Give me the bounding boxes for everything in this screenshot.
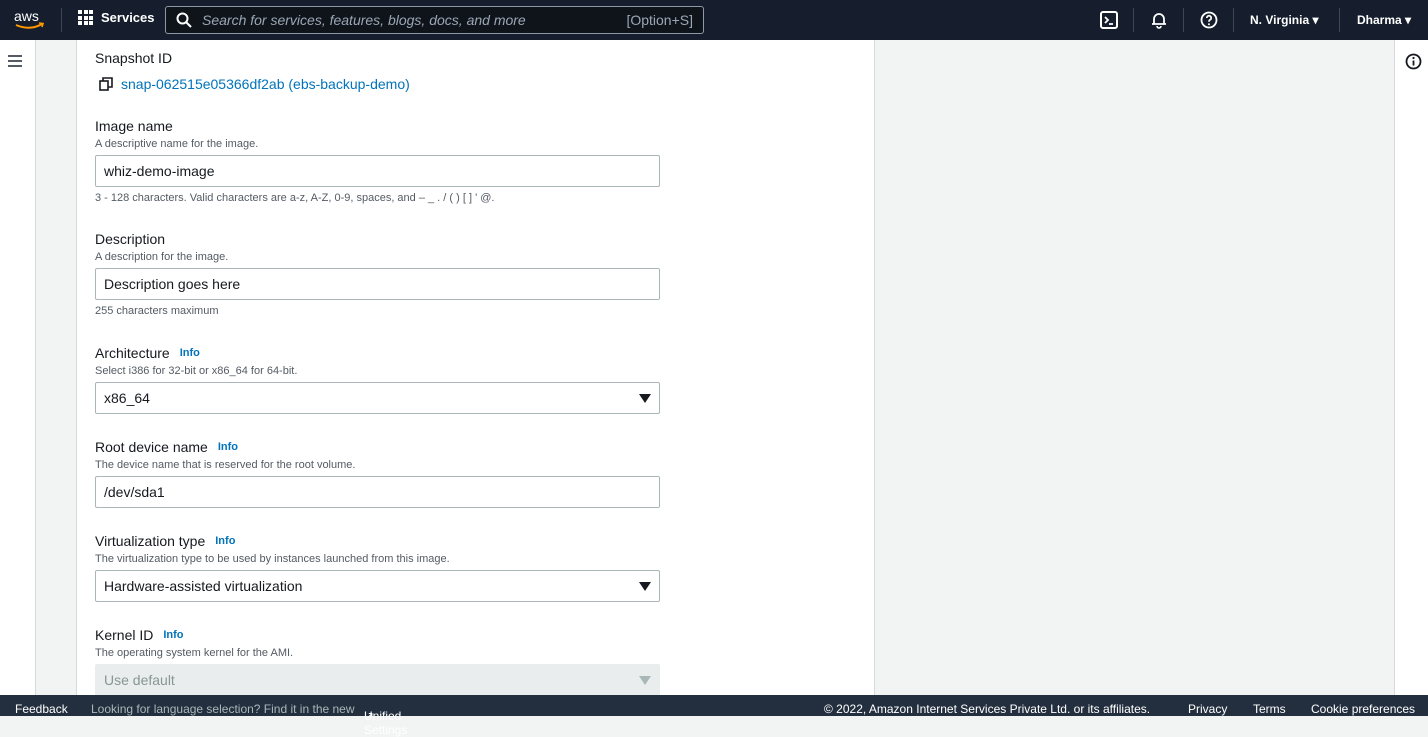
field-label: Virtualization type (95, 533, 206, 549)
search-input[interactable]: Search for services, features, blogs, do… (165, 6, 704, 34)
root-device-input[interactable]: /dev/sda1 (95, 476, 660, 508)
divider (1133, 8, 1134, 32)
kernel-id-field: Kernel ID Info The operating system kerne… (95, 627, 660, 695)
field-label: Architecture (95, 345, 170, 361)
feedback-link[interactable]: Feedback (15, 702, 68, 716)
description-field: Description A description for the image.… (95, 231, 660, 317)
image-name-field: Image name A descriptive name for the im… (95, 118, 660, 204)
field-description: The device name that is reserved for the… (95, 459, 356, 471)
services-menu-button[interactable]: Services (78, 10, 155, 25)
create-image-form: Snapshot ID snap-062515e05366df2ab (ebs-… (76, 40, 875, 695)
caret-down-icon (639, 675, 651, 685)
grid-icon (78, 10, 93, 25)
field-constraint: 3 - 128 characters. Valid characters are… (95, 192, 495, 204)
svg-text:aws: aws (14, 8, 39, 24)
language-notice: Looking for language selection? Find it … (91, 702, 355, 716)
description-input[interactable]: Description goes here (95, 268, 660, 300)
privacy-link[interactable]: Privacy (1188, 702, 1227, 716)
field-description: The operating system kernel for the AMI. (95, 647, 294, 659)
search-shortcut: [Option+S] (626, 12, 693, 28)
caret-down-icon (639, 581, 651, 591)
field-description: A descriptive name for the image. (95, 138, 259, 150)
search-placeholder: Search for services, features, blogs, do… (202, 12, 526, 28)
snapshot-link[interactable]: snap-062515e05366df2ab (ebs-backup-demo) (99, 76, 660, 92)
virtualization-field: Virtualization type Info The virtualizati… (95, 533, 660, 602)
info-link[interactable]: Info (218, 441, 238, 453)
field-label: Image name (95, 118, 173, 134)
region-selector[interactable]: N. Virginia ▾ (1250, 13, 1319, 27)
info-icon[interactable] (1405, 53, 1422, 70)
account-menu[interactable]: Dharma ▾ (1357, 13, 1411, 27)
search-icon (176, 12, 192, 28)
field-description: The virtualization type to be used by in… (95, 553, 450, 565)
snapshot-id-field: Snapshot ID snap-062515e05366df2ab (ebs-… (95, 50, 660, 92)
external-link-icon: ↗ (364, 709, 375, 723)
field-label: Description (95, 231, 166, 247)
field-constraint: 255 characters maximum (95, 305, 219, 317)
services-label: Services (101, 10, 155, 25)
cookie-preferences-link[interactable]: Cookie preferences (1311, 702, 1415, 716)
architecture-select[interactable]: x86_64 (95, 382, 660, 414)
architecture-field: Architecture Info Select i386 for 32-bit … (95, 345, 660, 414)
info-link[interactable]: Info (180, 347, 200, 359)
image-name-input[interactable]: whiz-demo-image (95, 155, 660, 187)
divider (61, 8, 62, 32)
menu-icon[interactable] (8, 55, 22, 67)
help-icon[interactable] (1200, 11, 1218, 29)
copyright: © 2022, Amazon Internet Services Private… (824, 702, 1151, 716)
top-navigation: aws Services Search for services, featur… (0, 0, 1428, 40)
field-label: Snapshot ID (95, 50, 173, 66)
divider (1183, 8, 1184, 32)
footer: Feedback Looking for language selection?… (0, 695, 1428, 737)
virtualization-select[interactable]: Hardware-assisted virtualization (95, 570, 660, 602)
cloudshell-icon[interactable] (1100, 11, 1118, 29)
right-tools-rail (1394, 40, 1428, 695)
field-label: Kernel ID (95, 627, 154, 643)
left-sidebar (0, 40, 36, 695)
bell-icon[interactable] (1150, 11, 1168, 29)
terms-link[interactable]: Terms (1253, 702, 1286, 716)
field-description: Select i386 for 32-bit or x86_64 for 64-… (95, 365, 298, 377)
aws-logo[interactable]: aws (14, 8, 46, 32)
root-device-field: Root device name Info The device name tha… (95, 439, 660, 508)
field-label: Root device name (95, 439, 208, 455)
divider (1339, 8, 1340, 32)
info-link[interactable]: Info (163, 629, 183, 641)
divider (1233, 8, 1234, 32)
info-link[interactable]: Info (215, 535, 235, 547)
field-description: A description for the image. (95, 251, 229, 263)
snapshot-id-value[interactable]: snap-062515e05366df2ab (ebs-backup-demo) (121, 76, 410, 92)
kernel-id-select: Use default (95, 664, 660, 695)
copy-icon[interactable] (99, 77, 113, 91)
caret-down-icon (639, 393, 651, 403)
